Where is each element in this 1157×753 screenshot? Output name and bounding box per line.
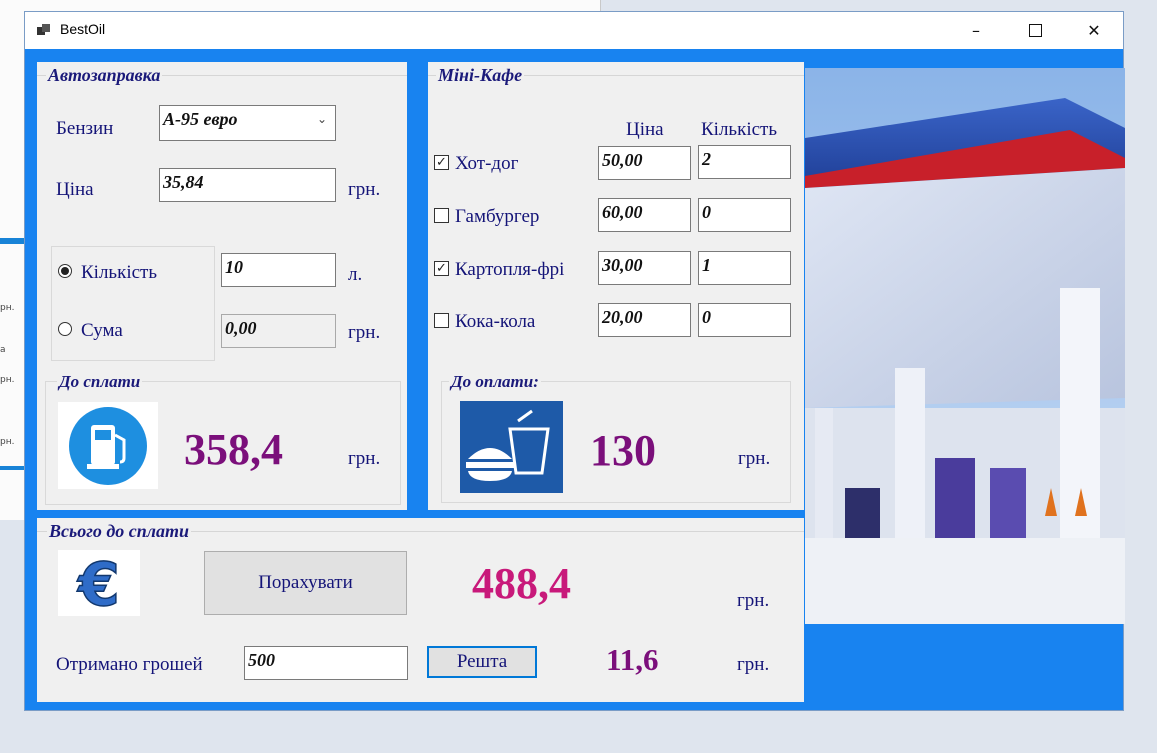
- gas-station-title: Автозаправка: [46, 65, 163, 86]
- burger-drink-icon: [460, 401, 563, 493]
- euro-icon: €: [58, 549, 140, 621]
- cafe-to-pay-title: До оплати:: [449, 372, 541, 392]
- close-icon: ✕: [1087, 21, 1101, 40]
- minimize-icon: –: [972, 21, 980, 40]
- cafe-panel: Міні-Кафе Ціна Кількість ✓ Хот-дог 50,00…: [428, 62, 804, 510]
- fuel-pump-icon: [58, 402, 158, 489]
- app-icon: [36, 22, 52, 38]
- cafe-item-name: Кока-кола: [455, 311, 536, 332]
- received-label: Отримано грошей: [56, 654, 203, 675]
- background-text: а: [0, 345, 6, 355]
- cafe-item-qty[interactable]: 0: [698, 303, 791, 337]
- background-text: рн.: [0, 437, 15, 447]
- cafe-item-price[interactable]: 60,00: [598, 198, 691, 232]
- gas-station-photo: [805, 68, 1125, 624]
- total-panel: Всього до сплати € Порахувати 488,4 грн.…: [37, 518, 804, 702]
- price-label: Ціна: [56, 179, 94, 200]
- sum-radio[interactable]: [58, 322, 72, 336]
- cafe-to-pay-value: 130: [590, 426, 656, 475]
- cafe-item-qty[interactable]: 1: [698, 251, 791, 285]
- sum-unit: грн.: [348, 322, 381, 343]
- maximize-button[interactable]: [1006, 12, 1064, 49]
- cafe-price-header: Ціна: [626, 119, 664, 140]
- fuel-label: Бензин: [56, 118, 114, 139]
- quantity-radio[interactable]: [58, 264, 72, 278]
- cafe-quantity-header: Кількість: [701, 119, 778, 140]
- cafe-item-qty[interactable]: 2: [698, 145, 791, 179]
- calculate-button[interactable]: Порахувати: [204, 551, 407, 615]
- cafe-item-price[interactable]: 20,00: [598, 303, 691, 337]
- change-button[interactable]: Решта: [427, 646, 537, 678]
- hamburger-checkbox[interactable]: [434, 208, 449, 223]
- fuel-select[interactable]: А-95 евро ⌄: [159, 105, 336, 141]
- fries-checkbox[interactable]: ✓: [434, 261, 449, 276]
- gas-to-pay-unit: грн.: [348, 448, 381, 469]
- total-unit: грн.: [737, 590, 770, 611]
- cafe-item-name: Картопля-фрі: [455, 259, 565, 280]
- background-accent: [0, 466, 24, 470]
- background-text: рн.: [0, 375, 15, 385]
- change-unit: грн.: [737, 654, 770, 675]
- background-text: рн.: [0, 303, 15, 313]
- chevron-down-icon: ⌄: [316, 112, 327, 126]
- change-value: 11,6: [606, 642, 659, 677]
- cafe-item-price[interactable]: 30,00: [598, 251, 691, 285]
- close-button[interactable]: ✕: [1065, 12, 1123, 49]
- cafe-item-qty[interactable]: 0: [698, 198, 791, 232]
- minimize-button[interactable]: –: [947, 12, 1005, 49]
- sum-label: Сума: [81, 320, 123, 341]
- cafe-item-price[interactable]: 50,00: [598, 146, 691, 180]
- gas-to-pay-value: 358,4: [184, 425, 283, 474]
- quantity-label: Кількість: [81, 262, 158, 283]
- total-value: 488,4: [472, 559, 571, 608]
- quantity-unit: л.: [348, 264, 363, 285]
- price-unit: грн.: [348, 179, 381, 200]
- gas-to-pay-title: До сплати: [57, 372, 143, 392]
- price-field[interactable]: 35,84: [159, 168, 336, 202]
- app-window: BestOil – ✕ Автозаправка Бензин А-95 евр…: [24, 11, 1125, 711]
- svg-text:€: €: [76, 550, 120, 616]
- cafe-title: Міні-Кафе: [436, 65, 525, 86]
- hotdog-checkbox[interactable]: ✓: [434, 155, 449, 170]
- received-field[interactable]: 500: [244, 646, 408, 680]
- title-bar: BestOil – ✕: [25, 12, 1123, 49]
- total-title: Всього до сплати: [47, 521, 192, 542]
- sum-field[interactable]: 0,00: [221, 314, 336, 348]
- background-accent: [0, 238, 24, 244]
- quantity-field[interactable]: 10: [221, 253, 336, 287]
- maximize-icon: [1028, 24, 1042, 37]
- window-title: BestOil: [60, 21, 106, 37]
- cafe-to-pay-unit: грн.: [738, 448, 771, 469]
- cola-checkbox[interactable]: [434, 313, 449, 328]
- fuel-select-value: А-95 евро: [163, 109, 238, 129]
- gas-station-panel: Автозаправка Бензин А-95 евро ⌄ Ціна 35,…: [37, 62, 407, 510]
- cafe-item-name: Хот-дог: [455, 153, 519, 174]
- cafe-item-name: Гамбургер: [455, 206, 540, 227]
